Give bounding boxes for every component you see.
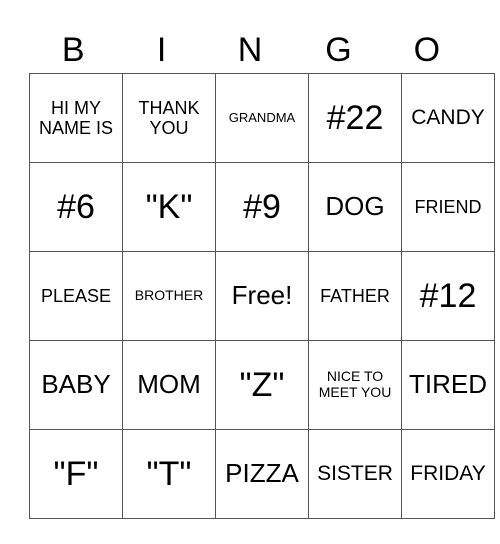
bingo-grid: HI MY NAME IS THANK YOU GRANDMA #22 CANDY #6 "… xyxy=(29,73,495,519)
bingo-cell[interactable]: FRIDAY xyxy=(401,429,495,519)
header-letter-g: G xyxy=(325,31,352,69)
bingo-cell[interactable]: PIZZA xyxy=(215,429,309,519)
bingo-cell[interactable]: NICE TO MEET YOU xyxy=(308,340,402,430)
bingo-row: PLEASE BROTHER Free! FATHER #12 xyxy=(29,251,495,341)
header-letter-b: B xyxy=(61,31,85,69)
bingo-cell[interactable]: GRANDMA xyxy=(215,73,309,163)
bingo-cell[interactable]: MOM xyxy=(122,340,216,430)
bingo-cell[interactable]: BABY xyxy=(29,340,123,430)
bingo-cell[interactable]: TIRED xyxy=(401,340,495,430)
bingo-cell[interactable]: "F" xyxy=(29,429,123,519)
bingo-cell[interactable]: "K" xyxy=(122,162,216,252)
bingo-cell[interactable]: BROTHER xyxy=(122,251,216,341)
bingo-cell[interactable]: #22 xyxy=(308,73,402,163)
bingo-row: #6 "K" #9 DOG FRIEND xyxy=(29,162,495,252)
bingo-cell[interactable]: THANK YOU xyxy=(122,73,216,163)
bingo-cell[interactable]: #6 xyxy=(29,162,123,252)
bingo-cell[interactable]: "Z" xyxy=(215,340,309,430)
bingo-row: BABY MOM "Z" NICE TO MEET YOU TIRED xyxy=(29,340,495,430)
bingo-cell[interactable]: FATHER xyxy=(308,251,402,341)
bingo-row: "F" "T" PIZZA SISTER FRIDAY xyxy=(29,429,495,519)
bingo-cell[interactable]: FRIEND xyxy=(401,162,495,252)
bingo-cell[interactable]: HI MY NAME IS xyxy=(29,73,123,163)
bingo-cell[interactable]: Free! xyxy=(215,251,309,341)
bingo-cell[interactable]: SISTER xyxy=(308,429,402,519)
bingo-cell[interactable]: #12 xyxy=(401,251,495,341)
bingo-cell[interactable]: PLEASE xyxy=(29,251,123,341)
bingo-header: B I N G O xyxy=(29,28,471,72)
header-letter-o: O xyxy=(413,31,441,69)
header-letter-n: N xyxy=(237,31,263,69)
bingo-row: HI MY NAME IS THANK YOU GRANDMA #22 CANDY xyxy=(29,73,495,163)
bingo-cell[interactable]: CANDY xyxy=(401,73,495,163)
header-letter-i: I xyxy=(156,31,167,69)
bingo-cell[interactable]: DOG xyxy=(308,162,402,252)
bingo-cell[interactable]: #9 xyxy=(215,162,309,252)
bingo-cell[interactable]: "T" xyxy=(122,429,216,519)
